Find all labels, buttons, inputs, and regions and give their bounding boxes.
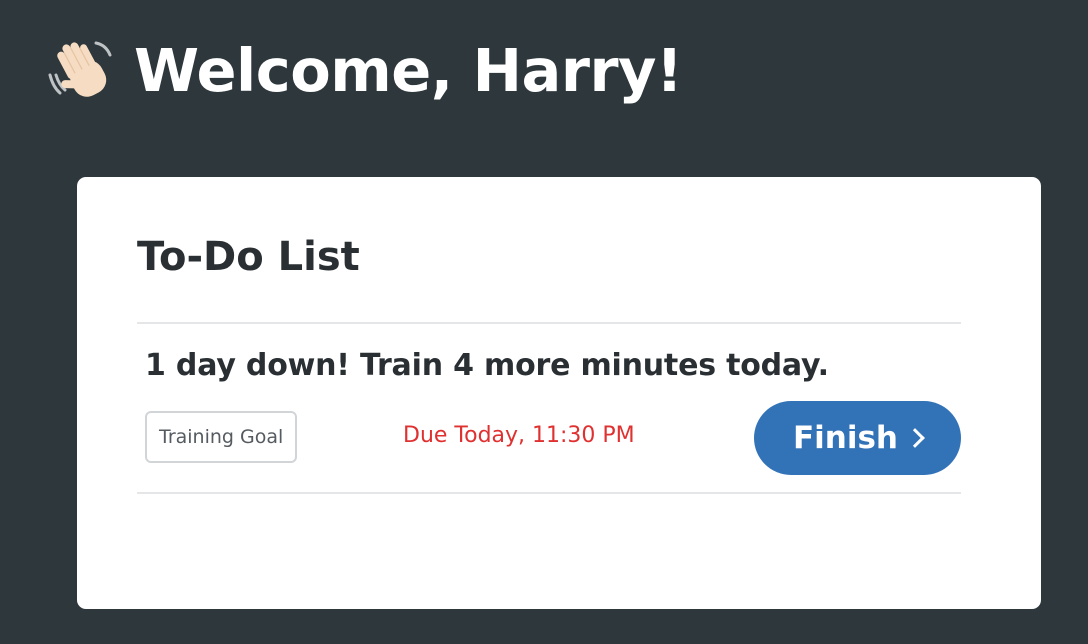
divider <box>137 492 961 494</box>
todo-card: To-Do List 1 day down! Train 4 more minu… <box>77 177 1041 609</box>
welcome-title: Welcome, Harry! <box>134 35 683 105</box>
task-description: 1 day down! Train 4 more minutes today. <box>145 348 829 383</box>
training-goal-tag: Training Goal <box>145 411 298 463</box>
waving-hand-icon <box>48 41 112 97</box>
finish-button-label: Finish <box>792 420 899 456</box>
welcome-header: Welcome, Harry! <box>44 28 683 112</box>
todo-list-title: To-Do List <box>137 234 360 280</box>
chevron-right-icon <box>905 428 925 448</box>
due-date: Due Today, 11:30 PM <box>403 423 635 448</box>
finish-button[interactable]: Finish <box>754 401 961 475</box>
todo-item: 1 day down! Train 4 more minutes today. … <box>137 324 961 492</box>
